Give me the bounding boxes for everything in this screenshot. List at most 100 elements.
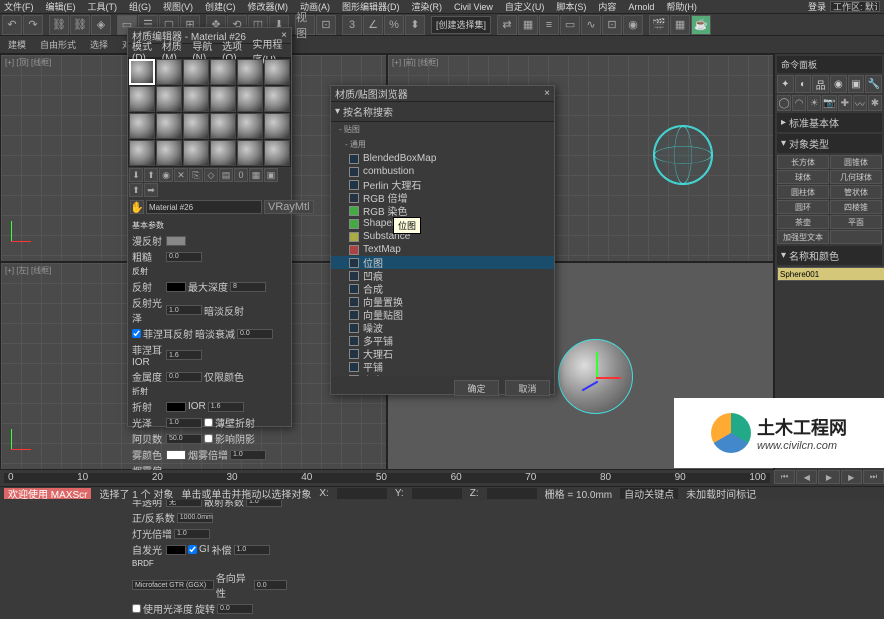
rgloss-spinner[interactable]: 1.0 <box>166 418 202 428</box>
list-item[interactable]: RGB 染色 <box>331 204 554 217</box>
spinner-snap-button[interactable]: ⬍ <box>405 15 425 35</box>
schematic-button[interactable]: ⊡ <box>602 15 622 35</box>
gloss-spinner[interactable]: 1.0 <box>166 305 202 315</box>
rollout-primitives[interactable]: ▸标准基本体 <box>777 113 882 132</box>
dim-spinner[interactable]: 0.0 <box>237 329 273 339</box>
reflect-color[interactable] <box>166 282 186 292</box>
named-selection[interactable]: [创建选择集] <box>431 16 491 34</box>
depth-spinner[interactable]: 8 <box>230 282 266 292</box>
material-slot[interactable] <box>264 113 290 139</box>
ior-spinner[interactable]: 1.6 <box>208 402 244 412</box>
redo-button[interactable]: ↷ <box>23 15 43 35</box>
material-slot[interactable] <box>183 140 209 166</box>
next-frame-button[interactable]: ▶ <box>841 470 862 484</box>
material-slot[interactable] <box>156 86 182 112</box>
aniso-spinner[interactable]: 0.0 <box>254 580 287 590</box>
tab-modify[interactable]: ◐ <box>795 75 812 93</box>
material-slot[interactable] <box>264 140 290 166</box>
ribbon-tab-freeform[interactable]: 自由形式 <box>40 38 76 51</box>
light-spinner[interactable]: 1.0 <box>174 529 210 539</box>
menu-view[interactable]: 视图(V) <box>163 0 193 13</box>
object-name-input[interactable] <box>777 267 884 281</box>
pivot-button[interactable]: ⊡ <box>316 15 336 35</box>
material-slot[interactable] <box>129 59 155 85</box>
sphere-shaded[interactable] <box>558 339 633 414</box>
go-parent-button[interactable]: ⬆ <box>129 183 143 197</box>
geom-button[interactable]: ◯ <box>777 95 791 111</box>
y-field[interactable] <box>412 488 462 499</box>
z-field[interactable] <box>487 488 537 499</box>
menu-group[interactable]: 组(G) <box>129 0 151 13</box>
ribbon-tab-modeling[interactable]: 建模 <box>8 38 26 51</box>
material-slot[interactable] <box>210 113 236 139</box>
gi-checkbox[interactable] <box>188 545 197 554</box>
tab-create[interactable]: ✦ <box>777 75 794 93</box>
show-map-button[interactable]: ▦ <box>249 168 263 182</box>
go-sibling-button[interactable]: ➡ <box>144 183 158 197</box>
tab-motion[interactable]: ◉ <box>830 75 847 93</box>
material-id-button[interactable]: 0 <box>234 168 248 182</box>
browser-title[interactable]: 材质/贴图浏览器 × <box>331 86 554 102</box>
tab-utilities[interactable]: 🔧 <box>865 75 882 93</box>
list-item[interactable]: BlendedBoxMap <box>331 152 554 165</box>
search-label[interactable]: 按名称搜索 <box>343 104 393 119</box>
obj-cylinder[interactable]: 圆柱体 <box>777 185 829 199</box>
material-slot[interactable] <box>156 140 182 166</box>
lights-button[interactable]: ☀ <box>807 95 821 111</box>
fog-color[interactable] <box>166 450 186 460</box>
curve-editor-button[interactable]: ∿ <box>581 15 601 35</box>
align-button[interactable]: ▦ <box>518 15 538 35</box>
unlink-button[interactable]: ⛓ <box>70 15 90 35</box>
ok-button[interactable]: 确定 <box>454 380 499 396</box>
render-frame-button[interactable]: ▦ <box>670 15 690 35</box>
goto-start-button[interactable]: ⏮ <box>774 470 795 484</box>
make-copy-button[interactable]: ⎘ <box>189 168 203 182</box>
helpers-button[interactable]: ✚ <box>838 95 852 111</box>
cameras-button[interactable]: 📷 <box>822 95 836 111</box>
put-material-button[interactable]: ⬆ <box>144 168 158 182</box>
rot-spinner[interactable]: 0.0 <box>217 604 253 614</box>
self-color[interactable] <box>166 545 186 555</box>
ref-coord-button[interactable]: 视图 <box>295 15 315 35</box>
rough-spinner[interactable]: 0.0 <box>166 252 202 262</box>
layers-button[interactable]: ≡ <box>539 15 559 35</box>
undo-button[interactable]: ↶ <box>2 15 22 35</box>
menu-arnold[interactable]: Arnold <box>628 2 654 12</box>
menu-modifiers[interactable]: 修改器(M) <box>248 0 289 13</box>
material-slot[interactable] <box>183 86 209 112</box>
show-end-button[interactable]: ▣ <box>264 168 278 182</box>
list-item[interactable]: ShapeMap <box>331 217 554 230</box>
sphere-wireframe[interactable] <box>653 125 713 185</box>
rollout-object-type[interactable]: ▾对象类型 <box>777 134 882 153</box>
obj-geosphere[interactable]: 几何球体 <box>830 170 882 184</box>
space-button[interactable]: 〰 <box>853 95 867 111</box>
ribbon-toggle[interactable]: ▭ <box>560 15 580 35</box>
obj-cone[interactable]: 圆锥体 <box>830 155 882 169</box>
put-library-button[interactable]: ▤ <box>219 168 233 182</box>
obj-plane[interactable]: 平面 <box>830 215 882 229</box>
cancel-button[interactable]: 取消 <box>505 380 550 396</box>
diffuse-color[interactable] <box>166 236 186 246</box>
material-slot[interactable] <box>183 113 209 139</box>
material-slot[interactable] <box>237 59 263 85</box>
maxscript-listener[interactable]: 欢迎使用 MAXScr <box>4 488 91 499</box>
viewport-label-top[interactable]: [+] [顶] [线框] <box>5 57 51 68</box>
bind-button[interactable]: ◈ <box>91 15 111 35</box>
material-slot[interactable] <box>156 59 182 85</box>
obj-box[interactable]: 长方体 <box>777 155 829 169</box>
shadow-checkbox[interactable] <box>204 434 213 443</box>
menu-edit[interactable]: 编辑(E) <box>46 0 76 13</box>
rollout-name-color[interactable]: ▾名称和颜色 <box>777 246 882 265</box>
material-slot[interactable] <box>156 113 182 139</box>
login-link[interactable]: 登录 <box>808 0 826 13</box>
material-slot[interactable] <box>237 86 263 112</box>
close-icon[interactable]: × <box>544 88 550 99</box>
angle-snap-button[interactable]: ∠ <box>363 15 383 35</box>
prev-frame-button[interactable]: ◀ <box>796 470 817 484</box>
shapes-button[interactable]: ◠ <box>792 95 806 111</box>
material-slot[interactable] <box>129 86 155 112</box>
list-category-maps[interactable]: - 贴图 <box>331 122 554 137</box>
pick-material-button[interactable]: ✋ <box>130 200 144 214</box>
viewport-label-front[interactable]: [+] [前] [线框] <box>392 57 438 68</box>
abbe-spinner[interactable]: 50.0 <box>166 434 202 444</box>
